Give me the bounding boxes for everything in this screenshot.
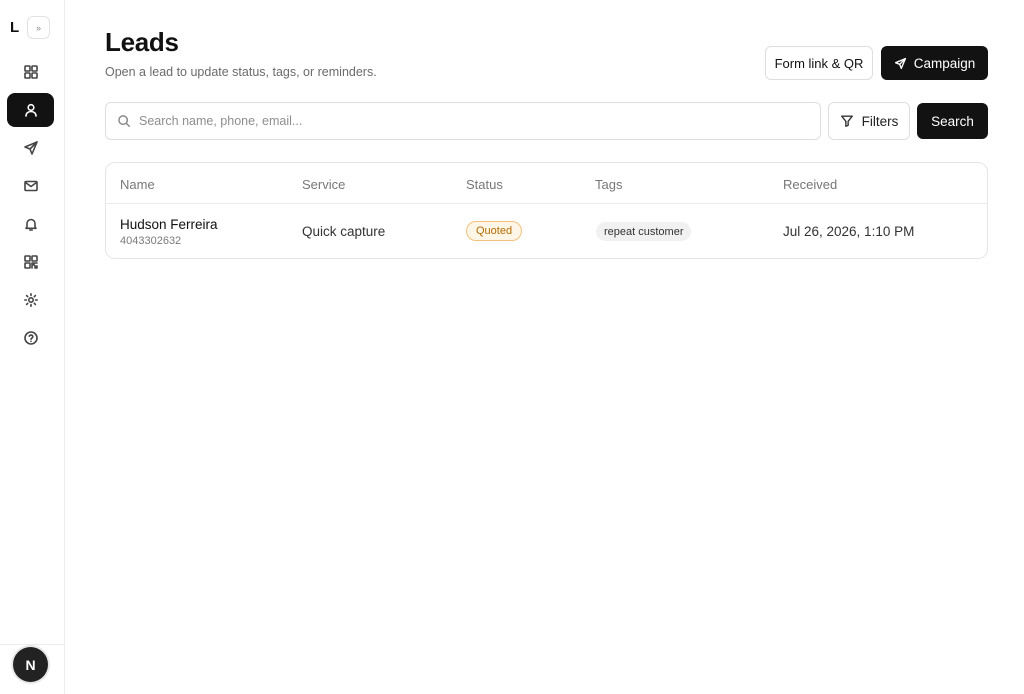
sidebar-item-reminders[interactable]: [7, 207, 54, 241]
form-link-qr-label: Form link & QR: [774, 55, 864, 71]
sidebar-expand-button[interactable]: »: [27, 16, 50, 39]
qr-code-icon: [23, 255, 38, 269]
table-row[interactable]: Hudson Ferreira 4043302632 Quick capture…: [106, 204, 987, 258]
gear-icon: [23, 293, 38, 307]
sidebar-footer: N: [0, 644, 64, 694]
form-link-qr-button[interactable]: Form link & QR: [765, 46, 873, 80]
table-header: Name Service Status Tags Received: [106, 163, 987, 204]
page-subtitle: Open a lead to update status, tags, or r…: [105, 65, 377, 79]
leads-table: Name Service Status Tags Received Hudson…: [105, 162, 988, 259]
campaign-button[interactable]: Campaign: [881, 46, 988, 80]
lead-received-date: Jul 26, 2026, 1:10 PM: [783, 224, 915, 239]
column-header-status[interactable]: Status: [466, 177, 503, 192]
column-header-tags[interactable]: Tags: [595, 177, 622, 192]
help-circle-icon: [23, 331, 38, 345]
campaign-label: Campaign: [913, 55, 976, 71]
send-icon: [894, 57, 906, 69]
dashboard-grid-icon: [23, 65, 38, 79]
mail-icon: [23, 180, 38, 192]
status-badge: Quoted: [466, 221, 523, 241]
tag-pill: repeat customer: [596, 222, 692, 241]
sidebar-item-help[interactable]: [7, 321, 54, 355]
column-header-service[interactable]: Service: [302, 177, 345, 192]
sidebar-item-messages[interactable]: [7, 169, 54, 203]
lead-service: Quick capture: [302, 224, 386, 239]
sidebar-item-settings[interactable]: [7, 283, 54, 317]
filters-label: Filters: [861, 113, 899, 129]
lead-phone: 4043302632: [120, 235, 182, 247]
bell-icon: [24, 218, 37, 231]
column-header-received[interactable]: Received: [783, 177, 837, 192]
page-title: Leads: [105, 27, 179, 57]
user-icon: [24, 103, 37, 117]
sidebar: L » N: [0, 0, 65, 694]
sidebar-item-leads[interactable]: [7, 93, 54, 127]
brand-logo: L: [10, 19, 20, 36]
avatar[interactable]: N: [13, 647, 48, 682]
sidebar-item-campaigns[interactable]: [7, 131, 54, 165]
search-icon: [118, 115, 130, 127]
send-icon: [23, 141, 38, 155]
search-input[interactable]: [139, 114, 789, 128]
filters-button[interactable]: Filters: [828, 102, 910, 140]
sidebar-item-qr[interactable]: [7, 245, 54, 279]
search-box: [105, 102, 821, 140]
search-button-label: Search: [931, 113, 974, 129]
filter-icon: [840, 115, 853, 127]
search-button[interactable]: Search: [917, 103, 988, 139]
column-header-name[interactable]: Name: [120, 177, 155, 192]
sidebar-item-dashboard[interactable]: [7, 55, 54, 89]
lead-name: Hudson Ferreira: [120, 217, 218, 232]
